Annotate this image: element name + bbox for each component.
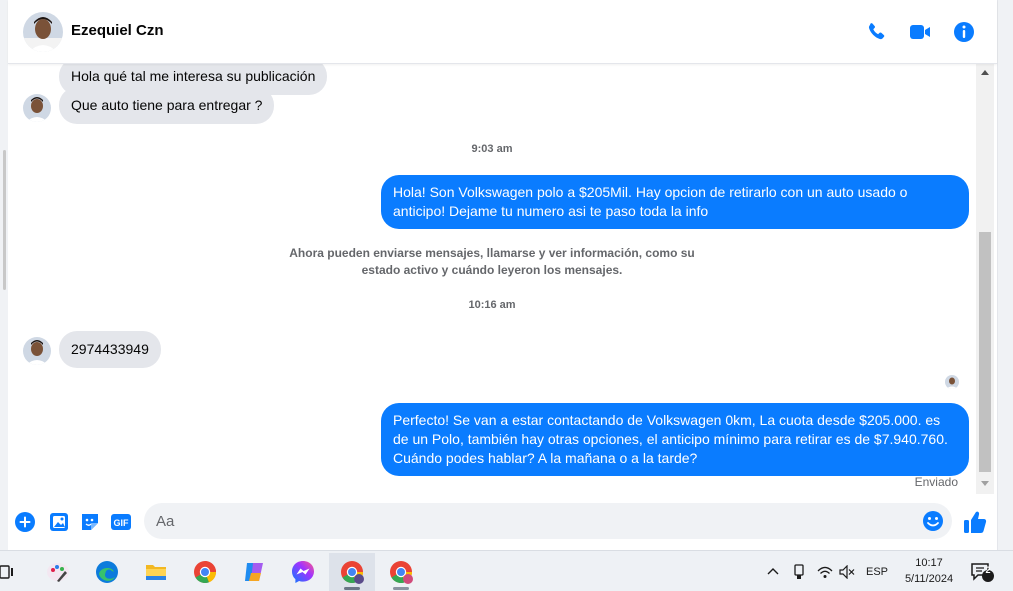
notification-center-icon[interactable]: 2 (970, 551, 998, 591)
show-hidden-icons-icon[interactable] (766, 551, 786, 591)
messenger-icon[interactable] (280, 553, 326, 591)
wifi-icon[interactable] (817, 551, 835, 591)
chrome-profile-icon[interactable] (378, 553, 424, 591)
task-view-icon[interactable] (0, 553, 30, 591)
photo-icon[interactable] (48, 511, 70, 533)
usb-device-icon[interactable] (792, 551, 810, 591)
video-camera-icon[interactable] (908, 20, 932, 44)
edge-icon[interactable] (84, 553, 130, 591)
outgoing-message[interactable]: Perfecto! Se van a estar contactando de … (381, 403, 969, 476)
message-input[interactable] (156, 503, 916, 539)
language-indicator[interactable]: ESP (866, 551, 888, 591)
outgoing-message[interactable]: Hola! Son Volkswagen polo a $205Mil. Hay… (381, 175, 969, 229)
active-app-indicator (344, 587, 360, 590)
paint-icon[interactable] (35, 553, 81, 591)
plus-circle-icon[interactable] (14, 511, 36, 533)
message-input-wrapper (144, 503, 952, 539)
sent-status: Enviado (914, 475, 958, 489)
thread-scrollbar[interactable] (976, 64, 994, 494)
message-timestamp: 9:03 am (471, 143, 513, 155)
conversation-header: Ezequiel Czn (8, 0, 997, 64)
sticker-icon[interactable] (79, 511, 101, 533)
phone-icon[interactable] (864, 20, 888, 44)
read-receipt-avatar (945, 375, 959, 389)
clock-date: 5/11/2024 (904, 573, 954, 585)
gif-icon[interactable]: GIF (110, 511, 132, 533)
scroll-thumb[interactable] (979, 232, 991, 472)
connection-notice: Ahora pueden enviarse mensajes, llamarse… (289, 246, 695, 277)
message-composer: GIF (8, 494, 997, 550)
contact-mini-avatar (23, 94, 51, 122)
clock-time: 10:17 (915, 557, 943, 569)
scroll-down-arrow-icon[interactable] (981, 481, 989, 486)
chrome-icon[interactable] (182, 553, 228, 591)
emoji-icon[interactable] (922, 510, 944, 532)
taskbar-clock[interactable]: 10:17 5/11/2024 (896, 555, 962, 587)
thumbs-up-icon[interactable] (962, 509, 988, 535)
right-edge (997, 0, 1013, 550)
contact-mini-avatar (23, 337, 51, 365)
chrome-profile-icon[interactable] (329, 553, 375, 591)
incoming-message[interactable]: 2974433949 (59, 331, 161, 368)
left-edge (0, 0, 8, 550)
copilot-icon[interactable] (231, 553, 277, 591)
left-scroll-thumb[interactable] (3, 150, 6, 290)
notification-count-badge: 2 (985, 565, 991, 575)
message-timestamp: 10:16 am (468, 299, 516, 311)
volume-muted-icon[interactable] (839, 551, 857, 591)
scroll-up-arrow-icon[interactable] (981, 70, 989, 75)
incoming-message[interactable]: Que auto tiene para entregar ? (59, 87, 275, 124)
windows-taskbar: ESP 10:17 5/11/2024 2 (0, 550, 1013, 591)
info-icon[interactable] (952, 20, 976, 44)
message-thread: Hola qué tal me interesa su publicación … (8, 64, 976, 494)
contact-name[interactable]: Ezequiel Czn (71, 22, 164, 39)
running-app-indicator (393, 587, 409, 590)
file-explorer-icon[interactable] (133, 553, 179, 591)
contact-avatar[interactable] (23, 12, 63, 52)
gif-label: GIF (114, 518, 130, 528)
